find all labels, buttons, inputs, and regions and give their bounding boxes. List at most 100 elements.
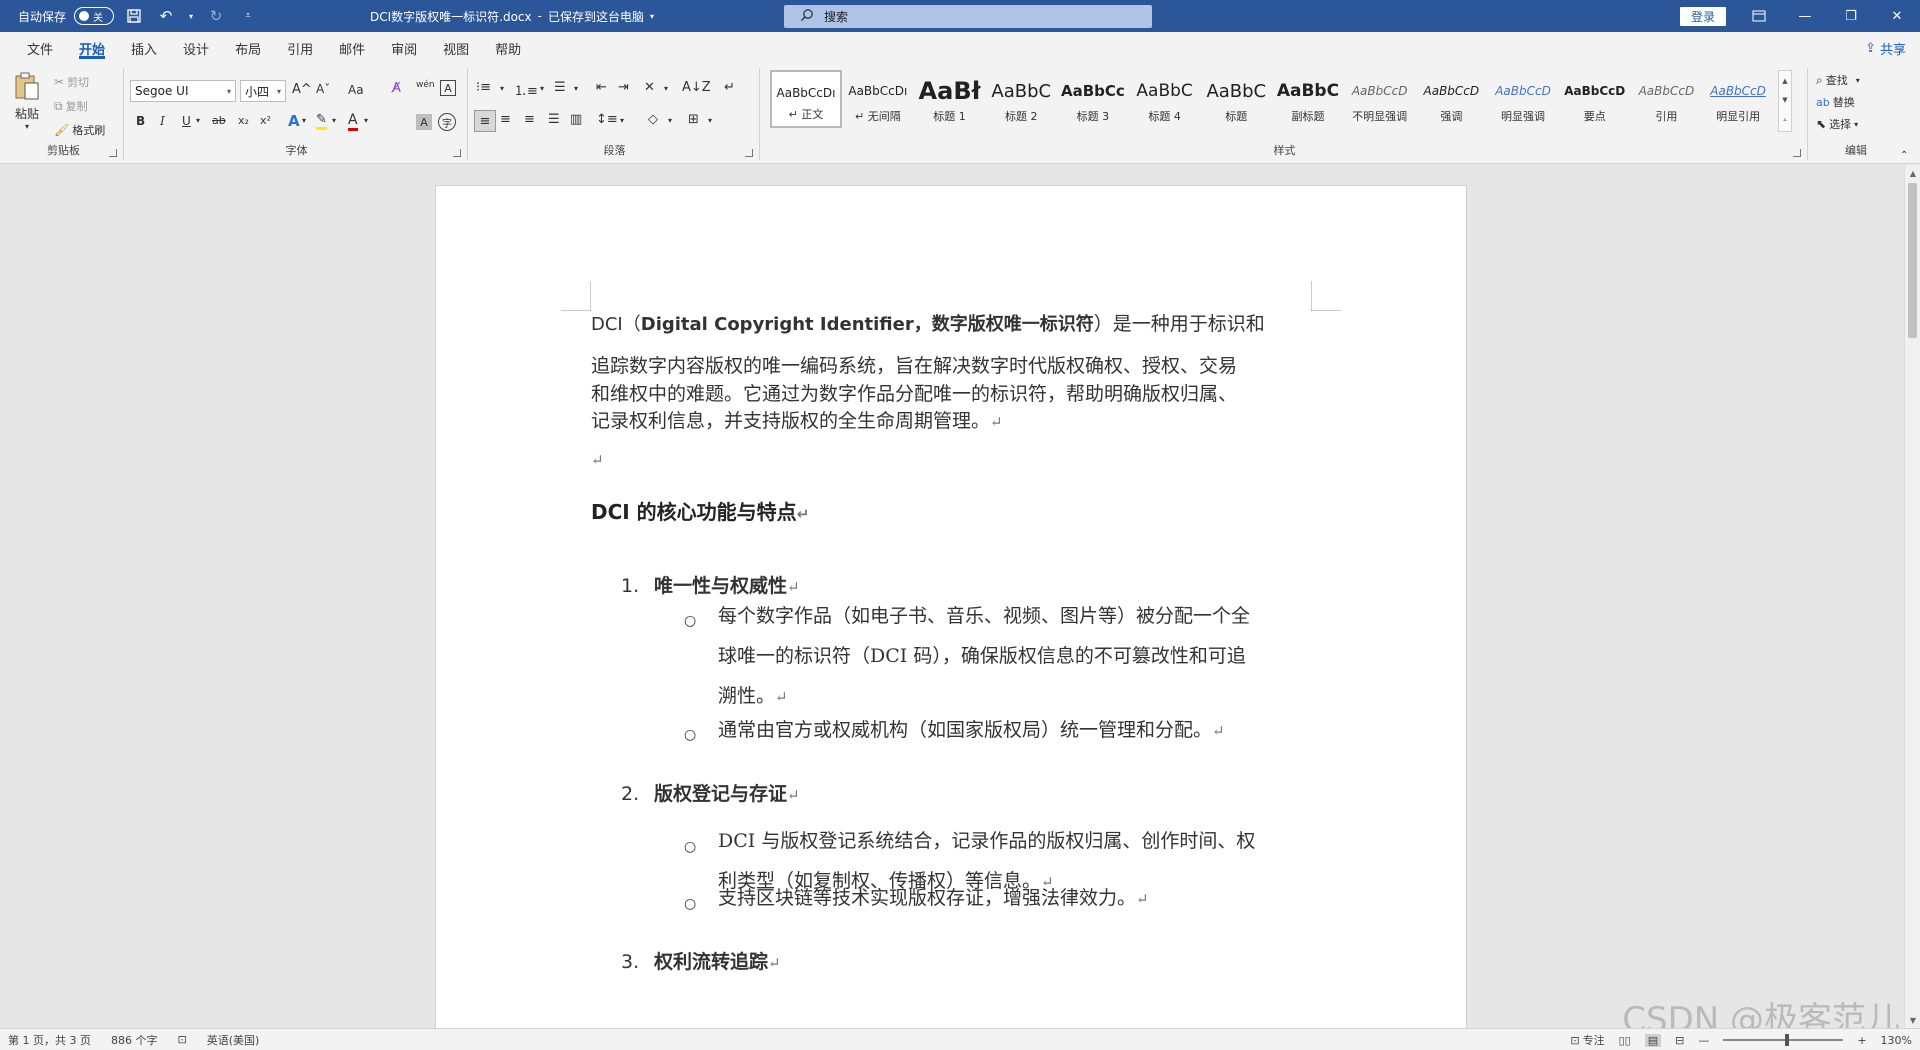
style-heading-4[interactable]: AaBbC 标题 4 [1129, 70, 1201, 128]
text-effects-icon[interactable]: A [288, 112, 300, 130]
ribbon-display-icon[interactable] [1736, 0, 1782, 32]
multilevel-list-icon[interactable]: ☰ [554, 80, 566, 95]
highlight-icon[interactable]: ✎ [316, 112, 327, 130]
scroll-up-icon[interactable]: ▲ [1905, 165, 1920, 181]
subscript-button[interactable]: x₂ [238, 114, 249, 127]
clear-format-icon[interactable]: A̸ [392, 81, 401, 96]
focus-button[interactable]: ⊡ 专注 [1570, 1032, 1604, 1048]
font-size-select[interactable]: 小四 ▾ [240, 80, 286, 102]
minimize-icon[interactable]: — [1782, 0, 1828, 32]
italic-button[interactable]: I [160, 114, 165, 128]
font-name-select[interactable]: Segoe UI ▾ [130, 80, 236, 102]
style-intense-emphasis[interactable]: AaBbCcD 明显强调 [1487, 70, 1559, 128]
document-title[interactable]: DCI数字版权唯一标识符.docx - 已保存到这台电脑 ▾ [370, 0, 654, 32]
decrease-indent-icon[interactable]: ⇤ [596, 80, 607, 95]
select-button[interactable]: ⬉ 选择 ▾ [1816, 116, 1858, 132]
styles-launcher-icon[interactable] [1793, 149, 1801, 157]
sort-icon[interactable]: A↓Z [682, 80, 711, 95]
justify-icon[interactable]: ☰ [548, 112, 560, 127]
zoom-slider[interactable] [1723, 1034, 1844, 1046]
tab-layout[interactable]: 布局 [222, 32, 274, 64]
zoom-slider-thumb[interactable] [1785, 1034, 1790, 1046]
format-painter-button[interactable]: 🖌 格式刷 [54, 122, 105, 138]
shrink-font-button[interactable]: Aˇ [316, 82, 330, 96]
style-intense-quote[interactable]: AaBbCcD 明显引用 [1702, 70, 1774, 128]
borders-dropdown-icon[interactable]: ▾ [708, 116, 712, 125]
document-page[interactable]: DCI（Digital Copyright Identifier，数字版权唯一标… [435, 185, 1467, 1028]
bullets-dropdown-icon[interactable]: ▾ [500, 84, 504, 93]
show-marks-icon[interactable]: ↵ [724, 80, 735, 95]
word-count[interactable]: 886 个字 [111, 1032, 158, 1048]
more-styles-icon[interactable]: ⩡ [1783, 116, 1787, 125]
bullets-icon[interactable]: ⁝≡ [476, 80, 491, 95]
style-strong[interactable]: AaBbCcD 要点 [1559, 70, 1631, 128]
undo-dropdown-icon[interactable]: ▾ [186, 4, 196, 28]
scroll-thumb[interactable] [1908, 183, 1917, 338]
style-heading-1[interactable]: AaBł 标题 1 [914, 70, 986, 128]
tab-help[interactable]: 帮助 [482, 32, 534, 64]
language[interactable]: 英语(美国) [207, 1032, 260, 1048]
font-color-dropdown-icon[interactable]: ▾ [364, 116, 368, 125]
font-launcher-icon[interactable] [453, 149, 461, 157]
style-no-spacing[interactable]: AaBbCcDı ↵ 无间隔 [842, 70, 914, 128]
paste-button[interactable]: 粘贴 ▾ [10, 72, 44, 131]
style-title[interactable]: AaBbC 标题 [1200, 70, 1272, 128]
style-subtitle[interactable]: AaBbC 副标题 [1272, 70, 1344, 128]
collapse-ribbon-icon[interactable]: ⌃ [1900, 150, 1908, 161]
style-normal[interactable]: AaBbCcDı ↵ 正文 [770, 70, 842, 128]
print-layout-icon[interactable]: ▤ [1644, 1033, 1662, 1047]
shading-dropdown-icon[interactable]: ▾ [668, 116, 672, 125]
style-quote[interactable]: AaBbCcD 引用 [1631, 70, 1703, 128]
cut-button[interactable]: ✂ 剪切 [54, 74, 89, 90]
tab-view[interactable]: 视图 [430, 32, 482, 64]
customize-toolbar-icon[interactable]: ⩡ [236, 4, 260, 28]
login-button[interactable]: 登录 [1680, 7, 1726, 26]
autosave-toggle[interactable]: 关 [74, 7, 115, 25]
grow-font-button[interactable]: A^ [292, 82, 312, 97]
bold-button[interactable]: B [136, 114, 145, 128]
text-effects-dropdown-icon[interactable]: ▾ [302, 116, 306, 125]
search-input[interactable]: 搜索 [784, 5, 1152, 28]
paragraph-launcher-icon[interactable] [745, 149, 753, 157]
tab-home[interactable]: 开始 [66, 32, 118, 64]
undo-icon[interactable]: ↶ [154, 4, 178, 28]
tab-design[interactable]: 设计 [170, 32, 222, 64]
enclose-char-icon[interactable]: 字 [438, 113, 456, 131]
tab-references[interactable]: 引用 [274, 32, 326, 64]
char-shading-icon[interactable]: A [416, 114, 432, 130]
zoom-out-icon[interactable]: — [1698, 1034, 1709, 1047]
document-canvas[interactable]: DCI（Digital Copyright Identifier，数字版权唯一标… [0, 165, 1904, 1028]
chevron-up-icon[interactable]: ▲ [1782, 77, 1787, 85]
replace-button[interactable]: ab 替换 [1816, 94, 1855, 110]
line-spacing-icon[interactable]: ↕≡ [596, 112, 618, 127]
redo-icon[interactable]: ↻ [204, 4, 228, 28]
borders-icon[interactable]: ⊞ [688, 112, 699, 127]
multilevel-dropdown-icon[interactable]: ▾ [574, 84, 578, 93]
styles-gallery-scroll[interactable]: ▲ ▼ ⩡ [1778, 70, 1792, 132]
share-button[interactable]: ⇪ 共享 [1865, 37, 1906, 59]
underline-button[interactable]: U [182, 114, 191, 128]
font-color-icon[interactable]: A [348, 112, 358, 131]
vertical-scrollbar[interactable]: ▲ ▼ [1904, 165, 1920, 1028]
style-emphasis[interactable]: AaBbCcD 强调 [1416, 70, 1488, 128]
asian-layout-icon[interactable]: ✕ [644, 80, 655, 95]
style-heading-3[interactable]: AaBbCc 标题 3 [1057, 70, 1129, 128]
superscript-button[interactable]: x² [260, 114, 271, 127]
web-layout-icon[interactable]: ⊟ [1675, 1034, 1684, 1047]
tab-insert[interactable]: 插入 [118, 32, 170, 64]
read-mode-icon[interactable]: ▯▯ [1619, 1034, 1631, 1047]
zoom-in-icon[interactable]: + [1857, 1034, 1866, 1047]
scroll-down-icon[interactable]: ▼ [1905, 1012, 1920, 1028]
close-icon[interactable]: ✕ [1874, 0, 1920, 32]
char-border-icon[interactable]: A [440, 80, 456, 96]
highlight-dropdown-icon[interactable]: ▾ [332, 116, 336, 125]
align-left-icon[interactable]: ≡ [474, 110, 496, 132]
tab-file[interactable]: 文件 [14, 32, 66, 64]
save-icon[interactable] [122, 4, 146, 28]
chevron-down-icon[interactable]: ▼ [1782, 96, 1787, 104]
asian-layout-dropdown-icon[interactable]: ▾ [664, 84, 668, 93]
proofing-icon[interactable]: ⊡ [177, 1033, 186, 1046]
strikethrough-button[interactable]: ab [212, 114, 226, 127]
distributed-icon[interactable]: ▥ [570, 112, 582, 127]
line-spacing-dropdown-icon[interactable]: ▾ [620, 116, 624, 125]
